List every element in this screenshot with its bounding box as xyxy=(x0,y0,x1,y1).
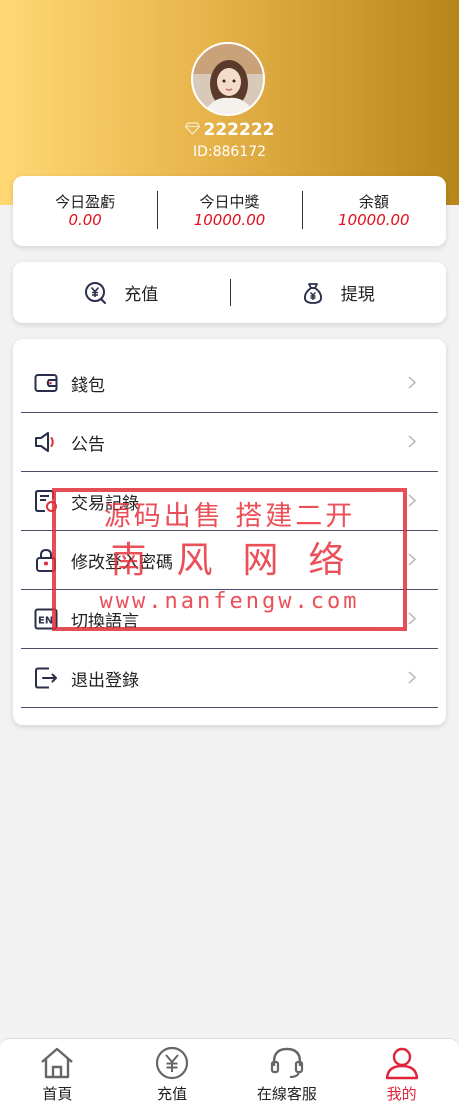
stat-balance: 余額 10000.00 xyxy=(301,191,446,229)
lock-icon xyxy=(33,547,59,573)
stat-value: 0.00 xyxy=(68,211,102,229)
tab-customer-service[interactable]: 在線客服 xyxy=(230,1039,345,1116)
quick-actions-card: 充值 提現 xyxy=(13,262,446,323)
svg-text:EN: EN xyxy=(38,616,53,627)
user-avatar-photo xyxy=(193,44,263,114)
menu-item-wallet[interactable]: 錢包 xyxy=(21,354,438,413)
tab-label: 首頁 xyxy=(42,1085,73,1103)
diamond-icon xyxy=(184,120,200,140)
menu-item-logout[interactable]: 退出登錄 xyxy=(21,649,438,708)
tab-home[interactable]: 首頁 xyxy=(0,1039,115,1116)
menu-item-label: 錢包 xyxy=(71,375,105,396)
yen-coin-icon xyxy=(156,1046,189,1080)
stat-label: 余額 xyxy=(358,193,389,211)
user-icon xyxy=(385,1047,418,1080)
logout-icon xyxy=(33,665,59,691)
stat-value: 10000.00 xyxy=(338,211,410,229)
menu-item-label: 公告 xyxy=(71,434,105,455)
menu-item-label: 交易記錄 xyxy=(71,493,139,514)
menu-item-label: 修改登入密碼 xyxy=(71,552,173,573)
yen-coin-icon xyxy=(85,281,107,304)
language-en-icon: EN xyxy=(33,606,59,632)
stat-value: 10000.00 xyxy=(193,211,266,229)
user-id: ID:886172 xyxy=(192,144,267,160)
menu-item-label: 退出登錄 xyxy=(71,670,139,691)
bottom-tab-bar: 首頁 充值 在線客服 我的 xyxy=(0,1038,459,1116)
wallet-icon xyxy=(33,370,59,396)
stat-label: 今日盈虧 xyxy=(55,193,116,211)
chevron-right-icon xyxy=(408,669,417,688)
home-icon xyxy=(41,1047,74,1079)
recharge-button[interactable]: 充值 xyxy=(13,262,230,323)
menu-item-transactions[interactable]: 交易記錄 xyxy=(21,472,438,531)
chevron-right-icon xyxy=(408,433,417,452)
username-row: 222222 xyxy=(0,120,459,140)
withdraw-button[interactable]: 提現 xyxy=(229,262,447,323)
withdraw-label: 提現 xyxy=(340,285,375,305)
recharge-label: 充值 xyxy=(124,285,159,305)
stat-today-winnings: 今日中獎 10000.00 xyxy=(157,191,301,229)
chevron-right-icon xyxy=(408,374,417,393)
tab-label: 在線客服 xyxy=(256,1085,317,1103)
stat-today-profit: 今日盈虧 0.00 xyxy=(13,193,157,229)
tab-label: 充值 xyxy=(157,1085,188,1103)
chevron-right-icon xyxy=(408,492,417,511)
menu-card: 錢包 公告 交易記錄 修改登入密碼 EN 切換語言 退出登錄 xyxy=(13,339,446,725)
megaphone-icon xyxy=(33,429,59,455)
menu-item-label: 切換語言 xyxy=(71,611,139,632)
menu-item-announcement[interactable]: 公告 xyxy=(21,413,438,472)
stat-label: 今日中獎 xyxy=(199,193,260,211)
tab-recharge[interactable]: 充值 xyxy=(115,1039,230,1116)
menu-item-language[interactable]: EN 切換語言 xyxy=(21,590,438,649)
stats-card: 今日盈虧 0.00 今日中獎 10000.00 余額 10000.00 xyxy=(13,176,446,246)
tab-label: 我的 xyxy=(386,1085,417,1103)
chevron-right-icon xyxy=(408,610,417,629)
money-bag-icon xyxy=(303,282,322,304)
tab-mine[interactable]: 我的 xyxy=(344,1039,459,1116)
headset-icon xyxy=(270,1047,303,1078)
avatar[interactable] xyxy=(191,42,265,116)
username: 222222 xyxy=(203,120,275,140)
transaction-record-icon xyxy=(33,488,59,514)
menu-item-change-password[interactable]: 修改登入密碼 xyxy=(21,531,438,590)
chevron-right-icon xyxy=(408,551,417,570)
